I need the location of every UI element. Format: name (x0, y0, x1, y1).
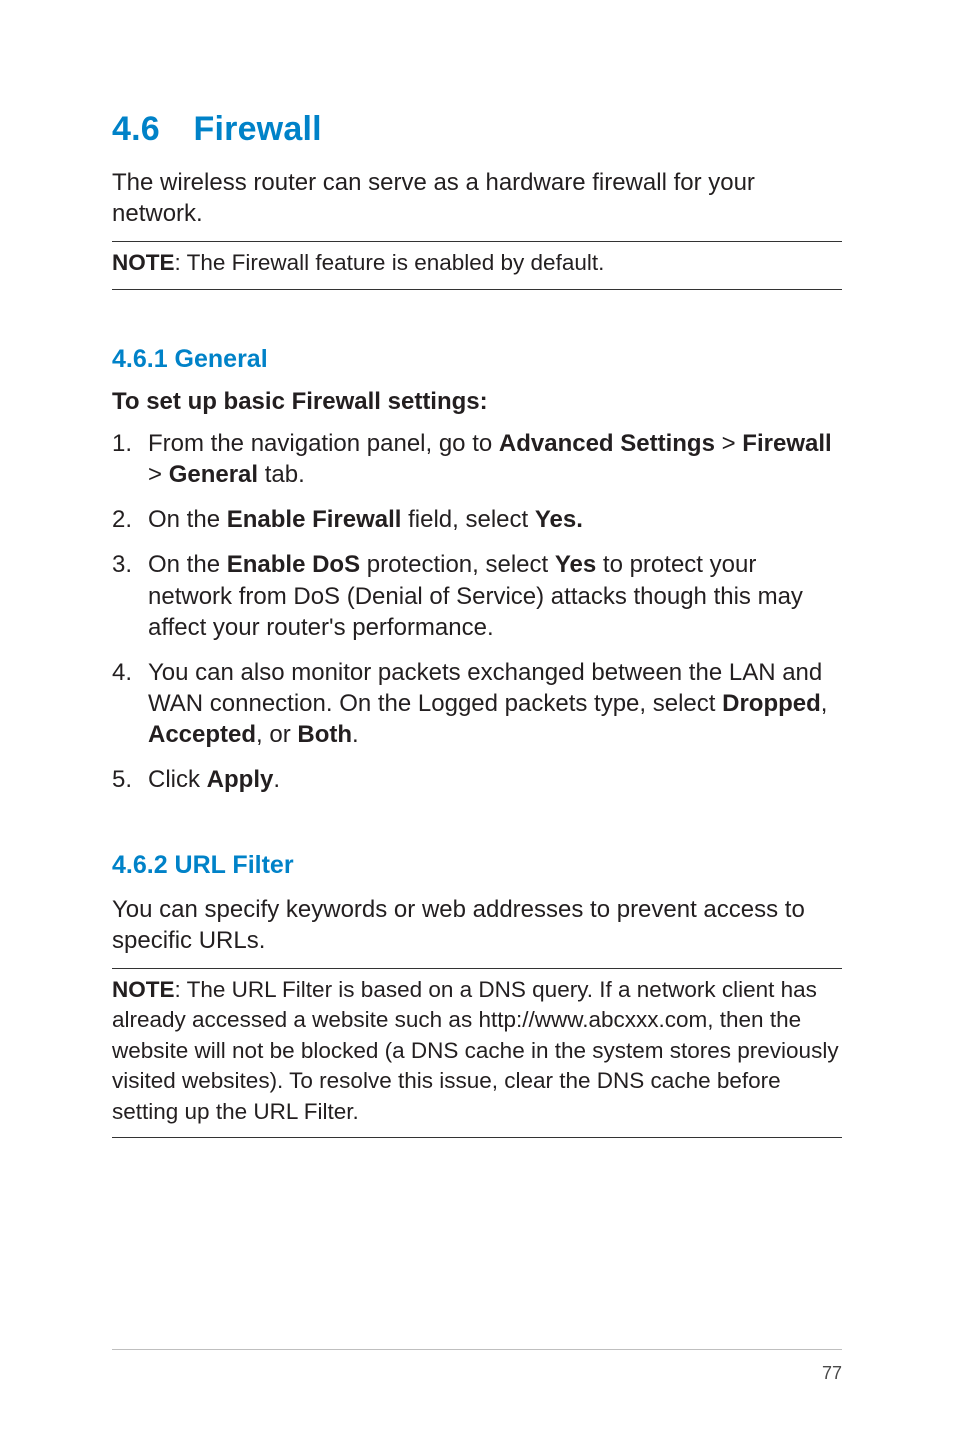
step-bold: Advanced Settings (499, 430, 715, 457)
step-bold: Apply (207, 766, 274, 793)
step-bold: Yes (555, 551, 596, 578)
step-bold: General (169, 461, 258, 488)
note2-text: : The URL Filter is based on a DNS query… (112, 977, 839, 1124)
step-bold: Accepted (148, 721, 256, 748)
step-text: > (715, 430, 742, 457)
step-text: field, select (401, 506, 534, 533)
note-2: NOTE: The URL Filter is based on a DNS q… (112, 975, 842, 1127)
note1-bottom-rule (112, 289, 842, 290)
step-content: On the Enable DoS protection, select Yes… (148, 551, 803, 640)
step-text: On the (148, 506, 227, 533)
urlfilter-intro: You can specify keywords or web addresse… (112, 894, 842, 956)
step-bold: Both (297, 721, 352, 748)
general-heading: 4.6.1 General (112, 345, 842, 374)
step-text: tab. (258, 461, 305, 488)
step-text: , (821, 690, 828, 717)
note1-top-rule (112, 241, 842, 242)
step-text: . (273, 766, 280, 793)
general-steps: 1. From the navigation panel, go to Adva… (112, 428, 842, 796)
step-marker: 2. (112, 504, 132, 535)
step-bold: Yes. (535, 506, 583, 533)
step-marker: 5. (112, 764, 132, 795)
step-bold: Enable Firewall (227, 506, 402, 533)
step-marker: 1. (112, 428, 132, 459)
step-text: From the navigation panel, go to (148, 430, 499, 457)
step-text: On the (148, 551, 227, 578)
section-intro: The wireless router can serve as a hardw… (112, 167, 842, 229)
footer-rule (112, 1349, 842, 1350)
note1-label: NOTE (112, 250, 175, 275)
urlfilter-heading: 4.6.2 URL Filter (112, 851, 842, 880)
step-1: 1. From the navigation panel, go to Adva… (112, 428, 842, 490)
step-4: 4. You can also monitor packets exchange… (112, 657, 842, 751)
note2-top-rule (112, 968, 842, 969)
note2-label: NOTE (112, 977, 175, 1002)
step-content: On the Enable Firewall field, select Yes… (148, 506, 583, 533)
page: 4.6 Firewall The wireless router can ser… (0, 0, 954, 1438)
step-text: Click (148, 766, 207, 793)
step-5: 5. Click Apply. (112, 764, 842, 795)
page-number: 77 (822, 1363, 842, 1384)
step-text: > (148, 461, 169, 488)
step-3: 3. On the Enable DoS protection, select … (112, 549, 842, 643)
step-2: 2. On the Enable Firewall field, select … (112, 504, 842, 535)
step-text: protection, select (360, 551, 555, 578)
step-text: . (352, 721, 359, 748)
note2-bottom-rule (112, 1137, 842, 1138)
general-instr-title: To set up basic Firewall settings: (112, 388, 842, 416)
step-text: , or (256, 721, 297, 748)
step-bold: Dropped (722, 690, 821, 717)
note-1: NOTE: The Firewall feature is enabled by… (112, 248, 842, 278)
step-bold: Enable DoS (227, 551, 360, 578)
step-bold: Firewall (742, 430, 831, 457)
step-marker: 4. (112, 657, 132, 688)
section-name: Firewall (194, 110, 322, 149)
step-content: Click Apply. (148, 766, 280, 793)
step-marker: 3. (112, 549, 132, 580)
section-title: 4.6 Firewall (112, 110, 842, 149)
step-content: You can also monitor packets exchanged b… (148, 659, 827, 748)
note1-text: : The Firewall feature is enabled by def… (175, 250, 605, 275)
step-content: From the navigation panel, go to Advance… (148, 430, 832, 488)
section-number: 4.6 (112, 110, 160, 149)
